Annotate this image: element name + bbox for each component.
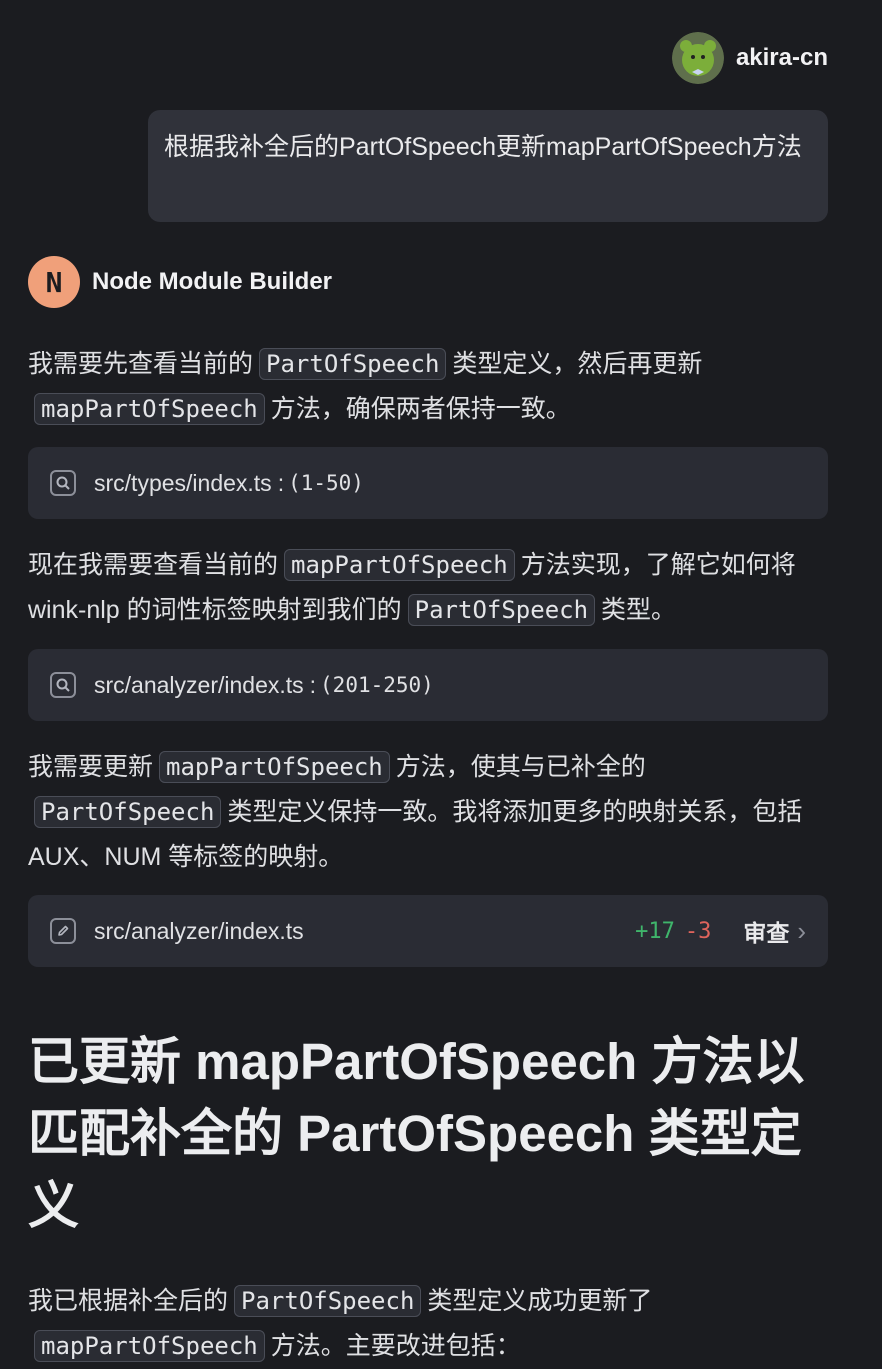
file-search-result[interactable]: src/analyzer/index.ts : (201-250) [28, 649, 828, 721]
paragraph-text: 方法。主要改进包括： [270, 1332, 521, 1360]
paragraph-text: 类型定义，然后再更新 [452, 350, 703, 378]
paragraph-text: 方法，确保两者保持一致。 [270, 395, 571, 423]
inline-code: mapPartOfSpeech [284, 549, 515, 581]
inline-code: mapPartOfSpeech [34, 393, 265, 425]
lines-removed: -3 [684, 918, 712, 944]
user-name[interactable]: akira-cn [736, 44, 828, 72]
response-heading: 已更新 mapPartOfSpeech 方法以匹配补全的 PartOfSpeec… [28, 1033, 805, 1234]
file-edit-result[interactable]: src/analyzer/index.ts +17 -3 审查 › [28, 895, 828, 967]
file-path: src/types/index.ts [94, 469, 272, 496]
search-icon [50, 470, 76, 496]
inline-code: mapPartOfSpeech [159, 751, 390, 783]
line-range: (1-50) [288, 471, 364, 495]
chevron-right-icon[interactable]: › [797, 916, 806, 947]
assistant-paragraph: 现在我需要查看当前的 mapPartOfSpeech 方法实现，了解它如何将 win… [28, 543, 824, 633]
assistant-name: Node Module Builder [92, 268, 332, 295]
paragraph-text: 我需要先查看当前的 [28, 350, 254, 378]
paragraph-text: 类型。 [601, 596, 677, 624]
avatar[interactable] [671, 32, 724, 84]
assistant-avatar: N [28, 256, 80, 308]
file-path: src/analyzer/index.ts [94, 671, 304, 698]
user-message: 根据我补全后的PartOfSpeech更新mapPartOfSpeech方法 [148, 110, 828, 222]
paragraph-text: 类型定义成功更新了 [427, 1287, 653, 1315]
file-path: src/analyzer/index.ts [94, 917, 304, 944]
assistant-paragraph: 我已根据补全后的 PartOfSpeech 类型定义成功更新了 mapPartOfSp… [28, 1279, 824, 1369]
line-range: (201-250) [320, 673, 434, 697]
assistant-paragraph: 我需要更新 mapPartOfSpeech 方法，使其与已补全的 PartOfSpee… [28, 745, 824, 880]
inline-code: PartOfSpeech [259, 348, 447, 380]
inline-code: PartOfSpeech [34, 796, 222, 828]
file-search-result[interactable]: src/types/index.ts : (1-50) [28, 447, 828, 519]
inline-code: PartOfSpeech [234, 1285, 422, 1317]
range-separator: : [277, 469, 285, 496]
inline-code: mapPartOfSpeech [34, 1330, 265, 1362]
assistant-paragraph: 我需要先查看当前的 PartOfSpeech 类型定义，然后再更新 mapPartOf… [28, 342, 824, 432]
paragraph-text: 现在我需要查看当前的 [28, 551, 279, 579]
search-icon [50, 672, 76, 698]
assistant-header: N Node Module Builder [28, 256, 332, 308]
paragraph-text: 我已根据补全后的 [28, 1287, 229, 1315]
user-header: akira-cn [671, 32, 828, 84]
range-separator: : [309, 671, 317, 698]
edit-icon [50, 918, 76, 944]
inline-code: PartOfSpeech [407, 594, 596, 626]
lines-added: +17 [635, 918, 675, 944]
review-button[interactable]: 审查 [743, 914, 789, 948]
paragraph-text: 我需要更新 [28, 753, 154, 781]
paragraph-text: 方法，使其与已补全的 [395, 753, 646, 781]
